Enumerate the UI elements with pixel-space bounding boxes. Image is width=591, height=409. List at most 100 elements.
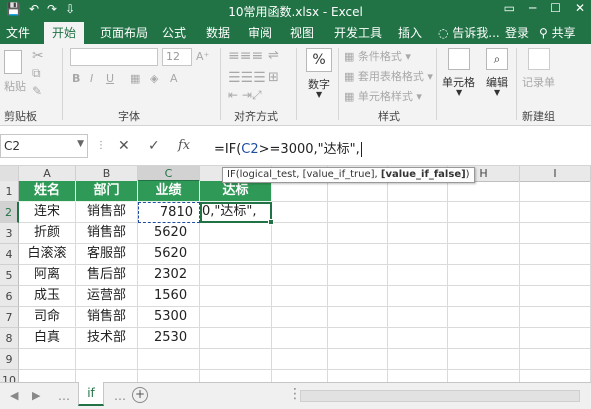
cell-H7[interactable] bbox=[448, 307, 520, 328]
editing-dropdown-icon[interactable]: ▼ bbox=[494, 88, 500, 97]
name-box[interactable]: C2 ▼ bbox=[0, 134, 88, 158]
row-header[interactable]: 1 bbox=[0, 181, 19, 202]
tab-page-layout[interactable]: 页面布局 bbox=[100, 24, 148, 41]
cell-style-button[interactable]: ▦ 单元格样式 ▾ bbox=[344, 88, 422, 104]
tab-developer[interactable]: 开发工具 bbox=[334, 24, 382, 41]
share-button[interactable]: ⚲ 共享 bbox=[535, 22, 580, 42]
cell-I7[interactable] bbox=[520, 307, 591, 328]
cell-B9[interactable] bbox=[76, 349, 138, 370]
row-header[interactable]: 9 bbox=[0, 349, 19, 370]
cell-G4[interactable] bbox=[388, 244, 448, 265]
row-header[interactable]: 4 bbox=[0, 244, 19, 265]
align-left-icon[interactable]: ☰☰☰ bbox=[228, 70, 266, 86]
fill-color-icon[interactable]: ◈ bbox=[150, 72, 158, 85]
insert-function-icon[interactable]: fx bbox=[178, 138, 190, 153]
row-header[interactable]: 2 bbox=[0, 202, 19, 223]
cells-dropdown-icon[interactable]: ▼ bbox=[456, 88, 462, 97]
cell-G3[interactable] bbox=[388, 223, 448, 244]
cell-F5[interactable] bbox=[328, 265, 388, 286]
cell-C9[interactable] bbox=[138, 349, 200, 370]
align-top-icon[interactable]: ≡≡≡ bbox=[228, 48, 263, 64]
cell-I1[interactable] bbox=[520, 181, 591, 202]
font-name-combo[interactable] bbox=[70, 48, 158, 66]
cell-D8[interactable] bbox=[200, 328, 272, 349]
select-all-corner[interactable] bbox=[0, 166, 19, 182]
row-header[interactable]: 3 bbox=[0, 223, 19, 244]
merge-cells-icon[interactable]: ⊞ bbox=[268, 70, 279, 85]
tab-insert[interactable]: 插入 bbox=[398, 24, 422, 41]
cell-B7[interactable]: 销售部 bbox=[76, 307, 138, 328]
cell-G8[interactable] bbox=[388, 328, 448, 349]
cell-I4[interactable] bbox=[520, 244, 591, 265]
cell-H2[interactable] bbox=[448, 202, 520, 223]
indent-icon[interactable]: ⇤ ⇥ bbox=[228, 88, 252, 102]
italic-icon[interactable]: I bbox=[90, 72, 93, 85]
row-header[interactable]: 6 bbox=[0, 286, 19, 307]
column-header[interactable]: A bbox=[19, 166, 76, 182]
cell-D3[interactable] bbox=[200, 223, 272, 244]
cell-D9[interactable] bbox=[200, 349, 272, 370]
cell-I9[interactable] bbox=[520, 349, 591, 370]
fill-handle[interactable] bbox=[268, 219, 274, 225]
worksheet-grid[interactable]: A B C D E F G H I 1姓名部门业绩达标2连宋销售部78100,"… bbox=[0, 166, 591, 409]
table-format-button[interactable]: ▦ 套用表格格式 ▾ bbox=[344, 68, 433, 84]
ribbon-display-icon[interactable]: ▭ bbox=[504, 1, 515, 15]
cell-A6[interactable]: 成玉 bbox=[19, 286, 76, 307]
font-size-combo[interactable]: 12 bbox=[162, 48, 192, 66]
close-icon[interactable]: ✕ bbox=[575, 1, 585, 15]
cell-A4[interactable]: 白滚滚 bbox=[19, 244, 76, 265]
sheet-prev-icon[interactable]: ◀ bbox=[10, 389, 18, 402]
cell-E9[interactable] bbox=[272, 349, 328, 370]
cell-D6[interactable] bbox=[200, 286, 272, 307]
cell-E1[interactable] bbox=[272, 181, 328, 202]
login-link[interactable]: 登录 bbox=[505, 24, 529, 41]
cell-E3[interactable] bbox=[272, 223, 328, 244]
cell-C1[interactable]: 业绩 bbox=[138, 181, 200, 202]
cell-F8[interactable] bbox=[328, 328, 388, 349]
cell-I6[interactable] bbox=[520, 286, 591, 307]
cell-I2[interactable] bbox=[520, 202, 591, 223]
orientation-icon[interactable]: ⤢ bbox=[252, 88, 262, 103]
cell-H9[interactable] bbox=[448, 349, 520, 370]
sheet-tab-if[interactable]: if bbox=[78, 382, 104, 406]
add-sheet-icon[interactable]: + bbox=[132, 387, 148, 403]
format-painter-icon[interactable]: ✎ bbox=[32, 84, 42, 98]
grow-font-icon[interactable]: A⁺ bbox=[196, 50, 209, 63]
cell-I8[interactable] bbox=[520, 328, 591, 349]
bold-icon[interactable]: B bbox=[72, 72, 80, 85]
tab-home[interactable]: 开始 bbox=[44, 22, 85, 44]
cell-E4[interactable] bbox=[272, 244, 328, 265]
cell-D5[interactable] bbox=[200, 265, 272, 286]
cell-E8[interactable] bbox=[272, 328, 328, 349]
cell-A7[interactable]: 司命 bbox=[19, 307, 76, 328]
cell-B3[interactable]: 销售部 bbox=[76, 223, 138, 244]
cell-C2[interactable]: 7810 bbox=[138, 202, 200, 223]
tab-data[interactable]: 数据 bbox=[206, 24, 230, 41]
cell-E5[interactable] bbox=[272, 265, 328, 286]
tell-me-search[interactable]: ◌ 告诉我... bbox=[438, 24, 500, 41]
cell-G1[interactable] bbox=[388, 181, 448, 202]
cell-H5[interactable] bbox=[448, 265, 520, 286]
sheet-next-icon[interactable]: ▶ bbox=[32, 389, 40, 402]
cell-G5[interactable] bbox=[388, 265, 448, 286]
conditional-format-button[interactable]: ▦ 条件格式 ▾ bbox=[344, 48, 411, 64]
cell-C3[interactable]: 5620 bbox=[138, 223, 200, 244]
tab-file[interactable]: 文件 bbox=[6, 24, 30, 41]
column-header[interactable]: I bbox=[520, 166, 591, 182]
font-color-icon[interactable]: A bbox=[170, 72, 178, 85]
more-sheets-icon[interactable]: … bbox=[114, 389, 126, 403]
copy-icon[interactable]: ⧉ bbox=[32, 66, 41, 81]
cell-F3[interactable] bbox=[328, 223, 388, 244]
cell-I5[interactable] bbox=[520, 265, 591, 286]
cell-H6[interactable] bbox=[448, 286, 520, 307]
cell-G2[interactable] bbox=[388, 202, 448, 223]
cell-D4[interactable] bbox=[200, 244, 272, 265]
cell-H1[interactable] bbox=[448, 181, 520, 202]
cell-D7[interactable] bbox=[200, 307, 272, 328]
cell-F9[interactable] bbox=[328, 349, 388, 370]
row-header[interactable]: 7 bbox=[0, 307, 19, 328]
chevron-down-icon[interactable]: ▼ bbox=[77, 139, 84, 149]
cell-F1[interactable] bbox=[328, 181, 388, 202]
cell-B4[interactable]: 客服部 bbox=[76, 244, 138, 265]
cell-F2[interactable] bbox=[328, 202, 388, 223]
